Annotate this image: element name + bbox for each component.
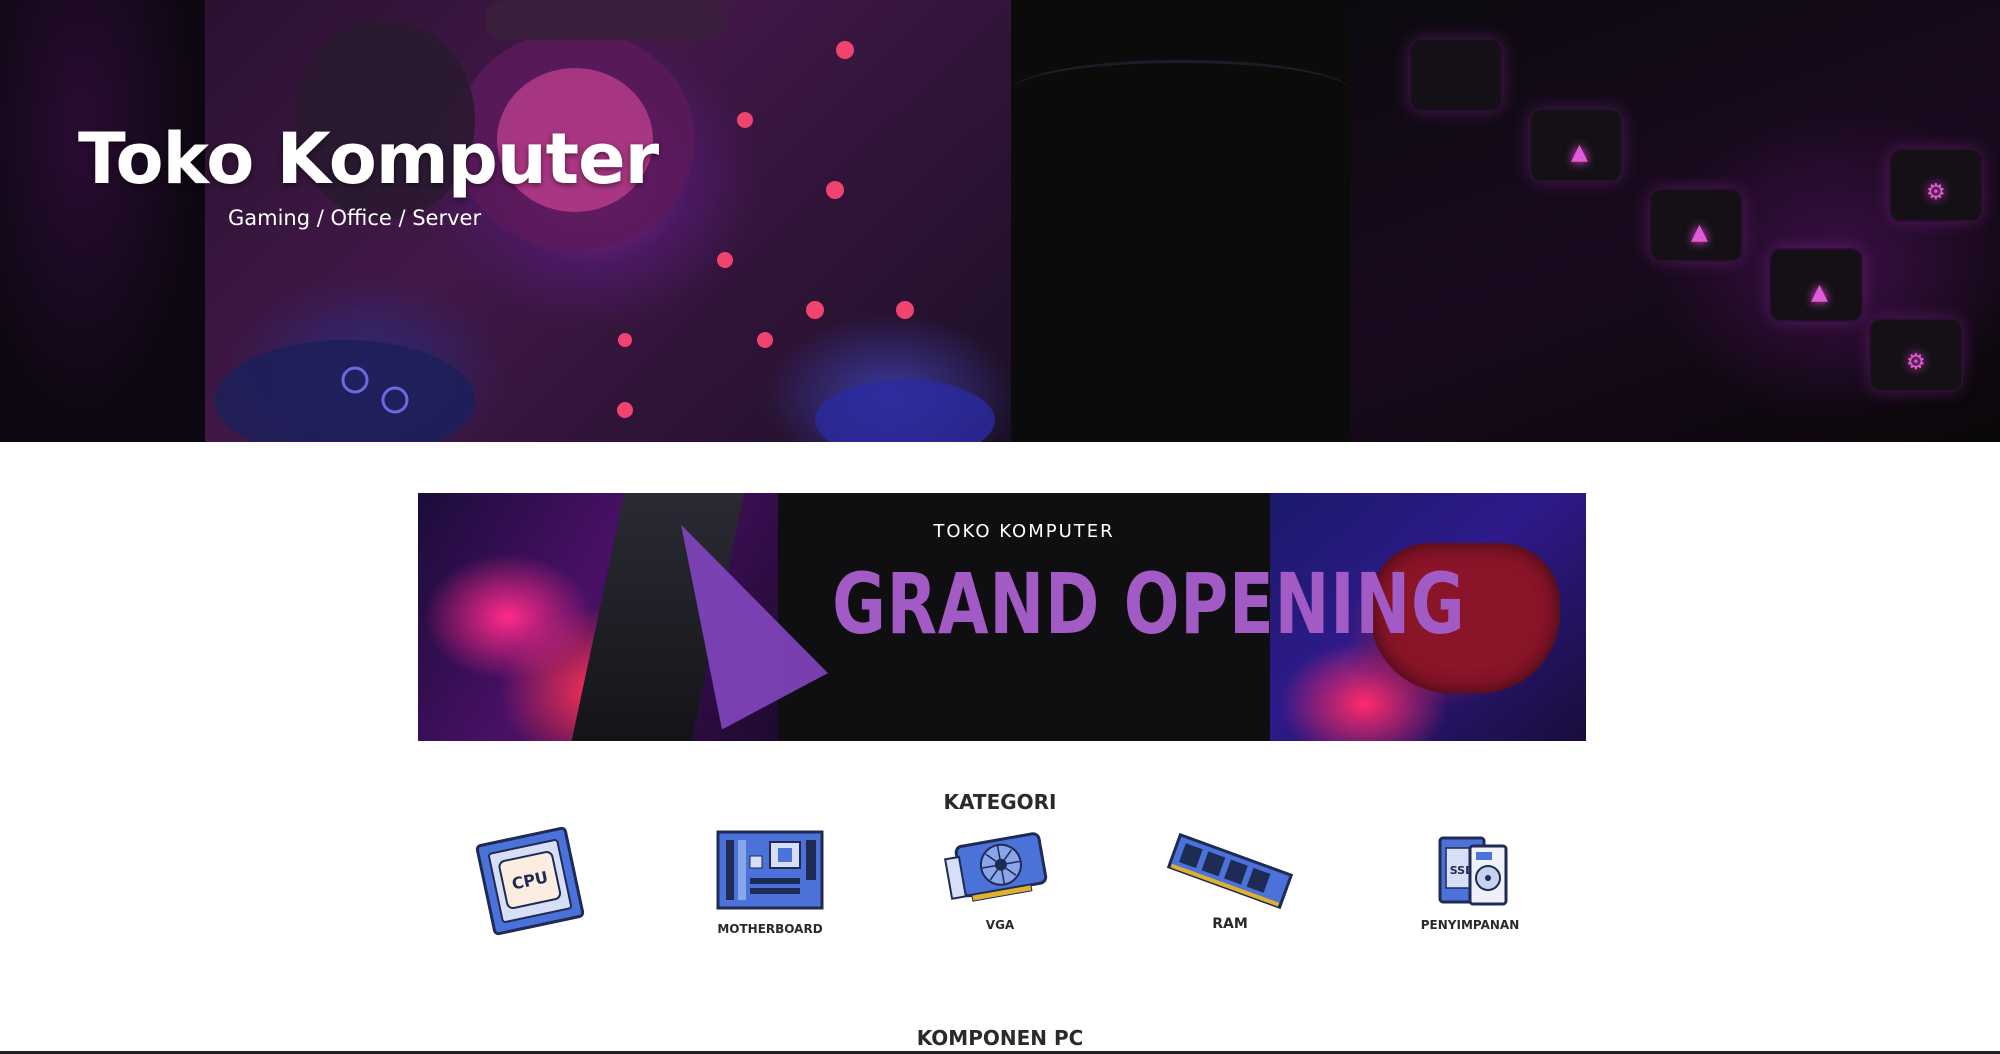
category-label: MOTHERBOARD [717, 922, 823, 936]
hero-image-left [0, 0, 205, 442]
storage-icon: SSD [1438, 836, 1508, 906]
cpu-icon: CPU [475, 826, 585, 936]
category-item-cpu[interactable]: CPU [460, 826, 600, 946]
grand-opening-banner: TOKO KOMPUTER GRAND OPENING [418, 493, 1586, 741]
site-title[interactable]: Toko Komputer [78, 118, 659, 200]
cable-decoration [1011, 60, 1351, 123]
category-label: RAM [1212, 916, 1248, 932]
category-list: CPU MOTHERBOARD VGA RAM SSD PENYIMPANAN [460, 826, 1540, 946]
gear-glyph-icon: ⚙ [1926, 180, 1946, 205]
hero-header: ▲ ▲ ⚙ ▲ ⚙ Toko Komputer Gaming / Office … [0, 0, 2000, 442]
ram-icon [1166, 832, 1294, 910]
category-item-storage[interactable]: SSD PENYIMPANAN [1400, 826, 1540, 946]
vga-icon [943, 832, 1048, 902]
banner-headline: GRAND OPENING [832, 555, 1466, 653]
site-tagline: Gaming / Office / Server [228, 206, 482, 230]
triangle-glyph-icon: ▲ [1811, 280, 1828, 305]
triangle-glyph-icon: ▲ [1691, 220, 1708, 245]
keycap-icon [1411, 40, 1501, 110]
category-label: PENYIMPANAN [1420, 918, 1520, 932]
gear-glyph-icon: ⚙ [1906, 350, 1926, 375]
category-item-motherboard[interactable]: MOTHERBOARD [700, 826, 840, 946]
triangle-glyph-icon: ▲ [1571, 140, 1588, 165]
banner-kicker: TOKO KOMPUTER [933, 521, 1115, 542]
category-label: VGA [985, 918, 1015, 932]
hero-image-keyboard: ▲ ▲ ⚙ ▲ ⚙ [1351, 0, 2000, 442]
category-heading: KATEGORI [943, 790, 1057, 814]
category-item-vga[interactable]: VGA [930, 826, 1070, 946]
components-heading: KOMPONEN PC [916, 1026, 1084, 1050]
motherboard-icon [716, 830, 824, 910]
category-item-ram[interactable]: RAM [1160, 826, 1300, 946]
